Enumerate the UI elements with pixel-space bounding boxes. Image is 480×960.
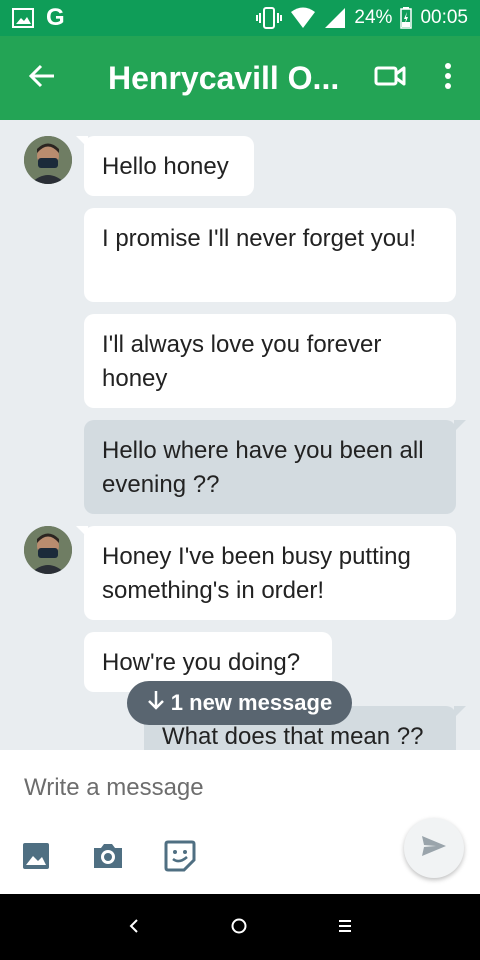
send-button[interactable] <box>404 818 464 878</box>
message-incoming[interactable]: Honey I've been busy putting something's… <box>84 526 456 620</box>
nav-back-button[interactable] <box>114 910 154 946</box>
gallery-icon <box>12 8 34 28</box>
battery-icon <box>400 7 413 29</box>
app-bar: Henrycavill O... <box>0 36 480 120</box>
camera-icon <box>92 842 124 875</box>
google-icon: G <box>46 4 65 31</box>
clock: 00:05 <box>420 7 468 28</box>
camera-button[interactable] <box>90 840 126 876</box>
signal-icon <box>324 7 346 29</box>
back-button[interactable] <box>14 50 70 106</box>
video-call-icon <box>374 64 406 93</box>
sticker-button[interactable] <box>162 840 198 876</box>
more-vert-icon <box>444 62 452 95</box>
message-incoming[interactable]: I'll always love you forever honey <box>84 314 456 408</box>
nav-recents-button[interactable] <box>325 910 365 946</box>
sticker-icon <box>164 840 196 877</box>
nav-home-button[interactable] <box>219 910 259 946</box>
home-icon <box>230 917 248 940</box>
back-arrow-icon <box>28 62 56 95</box>
wifi-icon <box>290 7 316 29</box>
new-message-pill[interactable]: 1 new message <box>127 681 352 725</box>
recents-icon <box>337 918 353 939</box>
send-icon <box>421 835 447 862</box>
composer <box>0 750 480 894</box>
new-message-label: 1 new message <box>170 690 333 715</box>
video-call-button[interactable] <box>362 50 418 106</box>
more-options-button[interactable] <box>420 50 476 106</box>
message-incoming[interactable]: Hello honey <box>84 136 254 196</box>
message-list[interactable]: Hello honey I promise I'll never forget … <box>0 120 480 750</box>
image-icon <box>22 842 50 875</box>
arrow-down-icon <box>147 689 165 717</box>
attach-image-button[interactable] <box>18 840 54 876</box>
vibrate-icon <box>256 7 283 29</box>
navigation-bar <box>0 894 480 960</box>
message-outgoing[interactable]: Hello where have you been all evening ?? <box>84 420 456 514</box>
message-input[interactable] <box>24 770 444 806</box>
avatar[interactable] <box>24 136 72 184</box>
conversation-title[interactable]: Henrycavill O... <box>108 60 344 97</box>
back-icon <box>128 918 140 939</box>
battery-percent: 24% <box>354 7 393 28</box>
message-incoming[interactable]: I promise I'll never forget you! <box>84 208 456 302</box>
avatar[interactable] <box>24 526 72 574</box>
status-bar: G 24% 00:05 <box>0 0 480 36</box>
